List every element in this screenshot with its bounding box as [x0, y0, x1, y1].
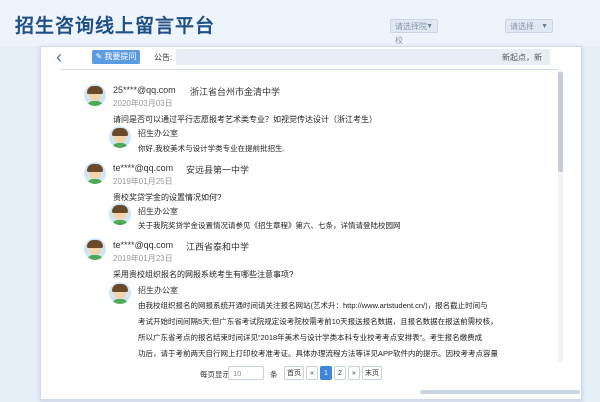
- avatar: [109, 282, 131, 304]
- reply-text-line: 由我校组织报名的网报系统开通时间请关注报名网站(艺术升：http://www.a…: [138, 301, 488, 310]
- post-email: te****@qq.com: [113, 240, 174, 250]
- post-email: te****@qq.com: [113, 163, 174, 173]
- avatar: [109, 126, 131, 148]
- post-date: 2019年01月23日: [113, 254, 173, 263]
- reply-name: 招生办公室: [138, 129, 178, 138]
- reply-name: 招生办公室: [138, 207, 178, 216]
- per-page-value: 10: [233, 369, 242, 378]
- reply-name: 招生办公室: [138, 286, 178, 295]
- notice-label: 公告:: [154, 53, 173, 62]
- post-school: 安远县第一中学: [186, 165, 250, 175]
- post-question: 请问是否可以通过平行志愿报考艺术类专业？如视觉传达设计（浙江考生）: [113, 115, 377, 124]
- avatar: [84, 84, 106, 106]
- category-select-label: 请选择: [510, 22, 534, 31]
- next-page-button[interactable]: »: [348, 366, 360, 380]
- back-arrow-icon[interactable]: ‹: [56, 47, 62, 68]
- first-page-button[interactable]: 首页: [284, 366, 304, 380]
- post-email: 25****@qq.com: [113, 85, 176, 95]
- post-school: 江西省泰和中学: [186, 242, 250, 252]
- per-page-unit: 条: [270, 370, 278, 379]
- notice-bar: 新起点，新: [176, 49, 550, 65]
- horizontal-scrollbar[interactable]: [420, 390, 580, 394]
- avatar: [84, 162, 106, 184]
- app-title: 招生咨询线上留言平台: [15, 15, 216, 37]
- ask-question-label: 我要提问: [104, 52, 137, 61]
- last-page-button[interactable]: 末页: [362, 366, 382, 380]
- chevron-down-icon: ▼: [541, 23, 548, 30]
- page-button-1[interactable]: 1: [320, 366, 332, 380]
- scrollbar-thumb[interactable]: [558, 72, 563, 172]
- per-page-select[interactable]: 10: [228, 366, 264, 380]
- school-select-label: 请选择院校: [395, 22, 427, 45]
- post-date: 2020年03月03日: [113, 99, 173, 108]
- reply-text-line: 功后，请于考前两天自行网上打印校考准考证。具体办理流程方法等详见APP软件内的提…: [138, 349, 499, 358]
- avatar: [84, 238, 106, 260]
- post-date: 2019年01月25日: [113, 177, 173, 186]
- school-select[interactable]: 请选择院校 ▼: [390, 19, 438, 45]
- notice-text: 新起点，新: [502, 53, 542, 62]
- reply-text: 关于我院奖贷学金设置情况请参见《招生章程》第六、七条，详情请登陆校园网: [138, 221, 401, 230]
- chevron-down-icon: ▼: [426, 23, 433, 30]
- header-bar: 招生咨询线上留言平台 请选择院校 ▼ 请选择 ▼: [0, 0, 600, 46]
- avatar: [109, 203, 131, 225]
- reply-text-line: 考试开始时间间隔5天;但广东省考试院规定设考院校需考前10天报送报名数据，且报名…: [138, 317, 498, 326]
- post-question: 贵校奖贷学金的设置情况如何?: [113, 193, 222, 202]
- per-page-label: 每页显示: [200, 370, 230, 379]
- ask-question-button[interactable]: ✎ 我要提问: [92, 50, 140, 64]
- prev-page-button[interactable]: «: [306, 366, 318, 380]
- category-select[interactable]: 请选择 ▼: [505, 19, 553, 33]
- post-question: 采用贵校组织报名的网报系统考生有哪些注意事项?: [113, 270, 294, 279]
- page-button-2[interactable]: 2: [334, 366, 346, 380]
- reply-text: 你好,我校美术与设计学类专业在提前批招生.: [138, 144, 285, 153]
- pagination: 每页显示 10 条 首页 « 1 2 » 末页: [40, 366, 580, 382]
- reply-text-line: 所以广东省考点的报名结束时间详见“2018年美术与设计学类本科专业校考考点安排表…: [138, 333, 483, 342]
- pen-icon: ✎: [95, 52, 103, 61]
- post-school: 浙江省台州市金清中学: [190, 87, 281, 97]
- divider: [60, 69, 558, 70]
